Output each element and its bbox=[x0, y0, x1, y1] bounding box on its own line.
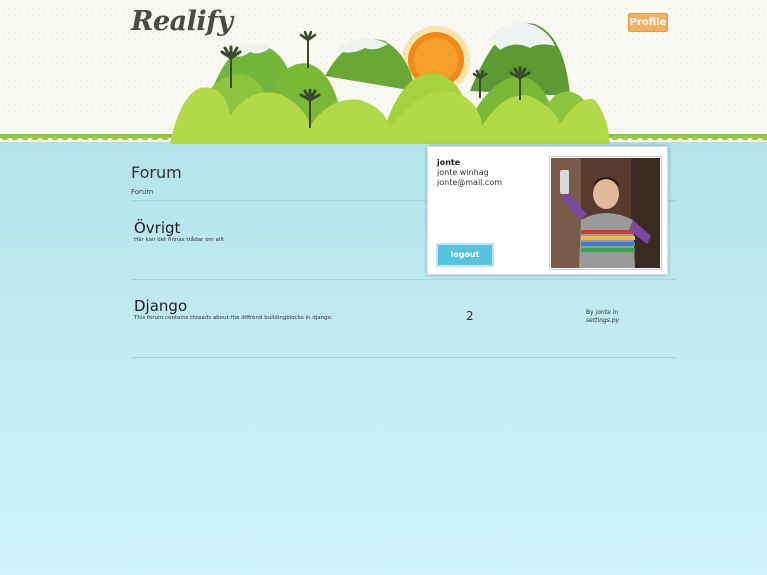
divider bbox=[131, 357, 676, 358]
forum-description: This forum contains threads about the di… bbox=[134, 315, 333, 321]
forum-title-django[interactable]: Django bbox=[134, 297, 187, 315]
user-profile-popup: jonte jonte winhag jonte@mail.com logout bbox=[427, 146, 668, 275]
last-post-thread-link[interactable]: settings.py bbox=[586, 317, 619, 324]
popup-email: jonte@mail.com bbox=[437, 178, 503, 187]
palm-tree-icon bbox=[299, 30, 317, 68]
last-post-in: in bbox=[610, 309, 619, 316]
page-title: Forum bbox=[131, 163, 182, 182]
forum-description: Här kan det finnas trådar om allt bbox=[134, 237, 225, 243]
profile-button[interactable]: Profile bbox=[628, 13, 668, 32]
last-post-info: By jonte in settings.py bbox=[586, 309, 619, 325]
forum-title-ovrigt[interactable]: Övrigt bbox=[134, 219, 180, 237]
breadcrumb[interactable]: Forum bbox=[131, 188, 153, 196]
popup-username: jonte bbox=[437, 158, 461, 167]
header-landscape-illustration bbox=[170, 22, 610, 144]
thread-count: 2 bbox=[466, 309, 474, 323]
last-post-by: By bbox=[586, 309, 596, 316]
last-post-author[interactable]: jonte bbox=[596, 309, 611, 316]
avatar-photo-icon bbox=[551, 158, 660, 268]
logout-button[interactable]: logout bbox=[436, 243, 494, 267]
popup-full-name: jonte winhag bbox=[437, 168, 489, 177]
divider bbox=[131, 279, 676, 280]
avatar bbox=[549, 156, 662, 270]
